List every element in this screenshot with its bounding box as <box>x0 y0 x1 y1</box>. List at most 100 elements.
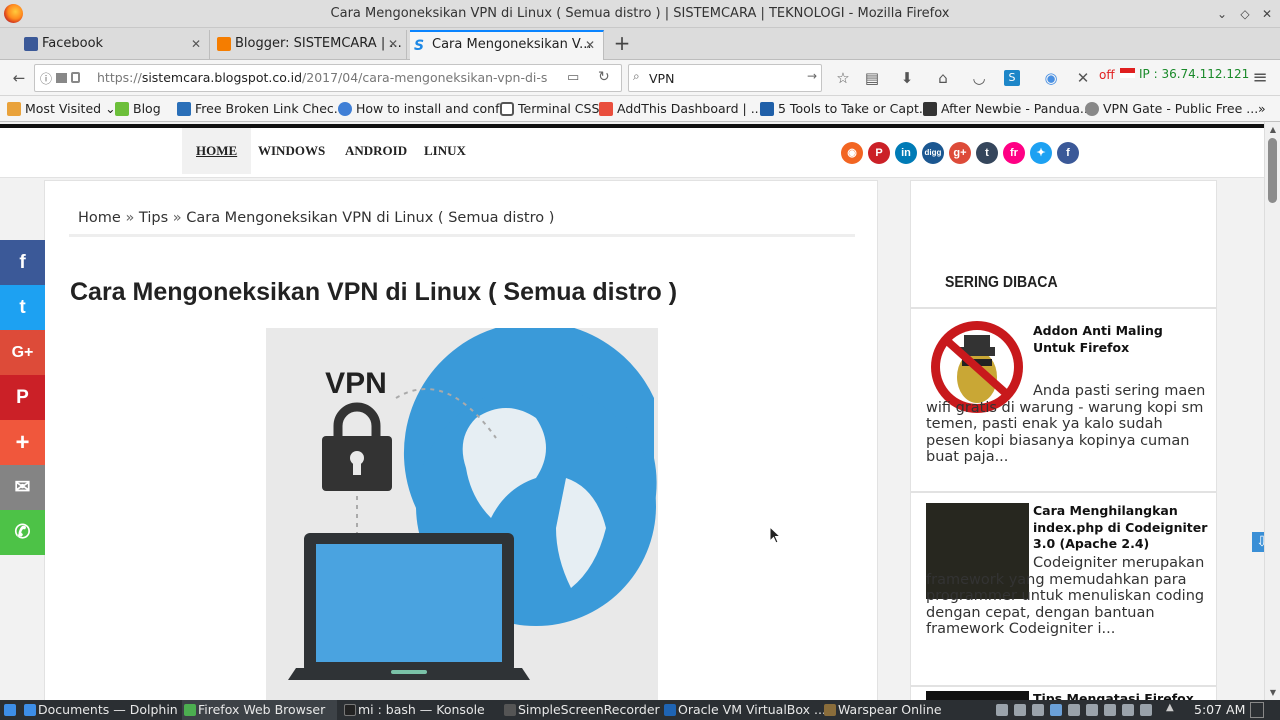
bookmark-terminal-css[interactable]: Terminal CSS <box>500 100 599 118</box>
search-go-icon[interactable]: → <box>807 69 817 83</box>
menu-home[interactable]: HOME <box>182 128 252 174</box>
bookmark-5-tools[interactable]: 5 Tools to Take or Capt... <box>760 100 931 118</box>
extension-s-icon[interactable]: S <box>1004 70 1020 86</box>
extension-swirl-icon[interactable]: ◉ <box>1040 67 1062 89</box>
popular-post-title[interactable]: Tips Mengatasi Firefox <box>1033 691 1209 700</box>
maximize-icon[interactable]: ◇ <box>1236 5 1254 23</box>
extension-x-icon[interactable]: ✕ <box>1072 67 1094 89</box>
tab-current[interactable]: S Cara Mengoneksikan V... ✕ <box>410 30 604 60</box>
search-bar[interactable]: ⌕ → <box>628 64 822 92</box>
bookmark-label: Most Visited <box>25 101 102 116</box>
keyhole <box>353 460 361 475</box>
back-arrow-icon[interactable]: ← <box>8 67 30 89</box>
task-warspear[interactable]: Warspear Online <box>822 700 952 720</box>
popular-post[interactable]: Cara Menghilangkan index.php di Codeigni… <box>910 492 1217 686</box>
ip-off-label: off <box>1099 68 1115 82</box>
bookmark-blog[interactable]: Blog <box>115 100 161 118</box>
pocket-icon[interactable]: ◡ <box>968 67 990 89</box>
popular-post[interactable]: Addon Anti Maling Untuk Firefox Anda pas… <box>910 308 1217 492</box>
breadcrumb-current: Cara Mengoneksikan VPN di Linux ( Semua … <box>186 210 555 226</box>
popular-post[interactable]: Tips Mengatasi Firefox <box>910 686 1217 700</box>
bookmark-addthis[interactable]: AddThis Dashboard | ... <box>599 100 763 118</box>
facebook-icon[interactable]: f <box>1057 142 1079 164</box>
facebook-favicon-icon <box>24 37 38 51</box>
share-whatsapp-icon[interactable]: ✆ <box>0 510 45 555</box>
scroll-down-arrow-icon[interactable]: ▼ <box>1267 688 1279 698</box>
close-tab-icon[interactable]: ✕ <box>585 32 595 58</box>
popular-post-title[interactable]: Addon Anti Maling Untuk Firefox <box>1033 323 1209 356</box>
rss-icon[interactable]: ◉ <box>841 142 863 164</box>
reader-view-icon[interactable]: ▭ <box>567 70 579 85</box>
network-tray-icon[interactable] <box>1068 704 1080 716</box>
breadcrumb-home[interactable]: Home <box>78 210 121 226</box>
share-pinterest-icon[interactable]: P <box>0 375 45 420</box>
tray-icon[interactable] <box>1104 704 1116 716</box>
home-icon[interactable]: ⌂ <box>932 67 954 89</box>
menu-linux[interactable]: LINUX <box>410 128 480 174</box>
tumblr-icon[interactable]: t <box>976 142 998 164</box>
task-screenrecorder[interactable]: SimpleScreenRecorder <box>502 700 660 720</box>
tab-label: Cara Mengoneksikan V... <box>432 37 592 52</box>
bookmarks-menu-icon[interactable]: ▤ <box>861 67 883 89</box>
bookmark-most-visited[interactable]: Most Visited ⌄ <box>7 100 116 118</box>
linkedin-icon[interactable]: in <box>895 142 917 164</box>
url-bar[interactable]: ⓘ https://sistemcara.blogspot.co.id/2017… <box>34 64 622 92</box>
bookmarks-overflow-icon[interactable]: » <box>1258 100 1266 118</box>
laptop-screen <box>316 544 502 662</box>
tray-expand-icon[interactable]: ▲ <box>1166 702 1174 713</box>
pinterest-icon[interactable]: P <box>868 142 890 164</box>
share-facebook-icon[interactable]: f <box>0 240 45 285</box>
scrollbar-thumb[interactable] <box>1268 138 1277 203</box>
bookmark-vpn-gate[interactable]: VPN Gate - Public Free ... <box>1085 100 1258 118</box>
breadcrumb-divider <box>69 234 855 237</box>
firefox-tips-thumbnail[interactable] <box>926 691 1029 700</box>
google-plus-icon[interactable]: g+ <box>949 142 971 164</box>
page-scrollbar[interactable]: ▲ ▼ <box>1264 122 1280 700</box>
close-tab-icon[interactable]: ✕ <box>388 30 398 58</box>
share-email-icon[interactable]: ✉ <box>0 465 45 510</box>
bookmark-broken-link[interactable]: Free Broken Link Chec... <box>177 100 346 118</box>
popular-post-title[interactable]: Cara Menghilangkan index.php di Codeigni… <box>1033 503 1209 553</box>
scroll-up-arrow-icon[interactable]: ▲ <box>1267 125 1279 135</box>
share-twitter-icon[interactable]: t <box>0 285 45 330</box>
tray-icon[interactable] <box>1122 704 1134 716</box>
reload-icon[interactable]: ↻ <box>598 69 610 85</box>
tray-icon[interactable] <box>996 704 1008 716</box>
tray-icon[interactable] <box>1032 704 1044 716</box>
show-desktop-icon[interactable] <box>1250 702 1264 718</box>
flickr-icon[interactable]: fr <box>1003 142 1025 164</box>
task-firefox[interactable]: Firefox Web Browser <box>182 700 337 720</box>
close-tab-icon[interactable]: ✕ <box>191 30 201 58</box>
hamburger-menu-icon[interactable]: ≡ <box>1249 67 1271 89</box>
digg-icon[interactable]: digg <box>922 142 944 164</box>
bookmark-label: Blog <box>133 101 161 116</box>
bookmark-after-newbie[interactable]: After Newbie - Pandua... <box>923 100 1092 118</box>
share-google-plus-icon[interactable]: G+ <box>0 330 45 375</box>
task-konsole[interactable]: mi : bash — Konsole <box>342 700 492 720</box>
search-input[interactable] <box>649 69 799 87</box>
minimize-icon[interactable]: ⌄ <box>1213 5 1231 23</box>
start-menu-icon[interactable] <box>4 704 16 716</box>
task-virtualbox[interactable]: Oracle VM VirtualBox ... <box>662 700 826 720</box>
tab-facebook[interactable]: Facebook ✕ <box>20 30 210 60</box>
menu-windows[interactable]: WINDOWS <box>244 128 339 174</box>
new-tab-button[interactable]: + <box>612 30 632 58</box>
url-text[interactable]: https://sistemcara.blogspot.co.id/2017/0… <box>97 70 547 85</box>
breadcrumb-tips[interactable]: Tips <box>139 210 168 226</box>
star-bookmark-icon[interactable]: ☆ <box>832 67 854 89</box>
tab-blogger[interactable]: Blogger: SISTEMCARA | ... ✕ <box>213 30 407 60</box>
tray-icon[interactable] <box>1086 704 1098 716</box>
task-dolphin[interactable]: Documents — Dolphin <box>22 700 178 720</box>
twitter-icon[interactable]: ✦ <box>1030 142 1052 164</box>
close-window-icon[interactable]: ✕ <box>1258 5 1276 23</box>
search-icon: ⌕ <box>633 69 640 83</box>
info-icon[interactable]: ⓘ <box>40 70 52 87</box>
download-icon[interactable]: ⬇ <box>896 67 918 89</box>
volume-tray-icon[interactable] <box>1140 704 1152 716</box>
lock-icon[interactable] <box>71 72 80 83</box>
tray-icon[interactable] <box>1014 704 1026 716</box>
bookmark-install-conf[interactable]: How to install and conf... <box>338 100 511 118</box>
menu-android[interactable]: ANDROID <box>331 128 421 174</box>
shield-tray-icon[interactable] <box>1050 704 1062 716</box>
share-more-icon[interactable]: + <box>0 420 45 465</box>
